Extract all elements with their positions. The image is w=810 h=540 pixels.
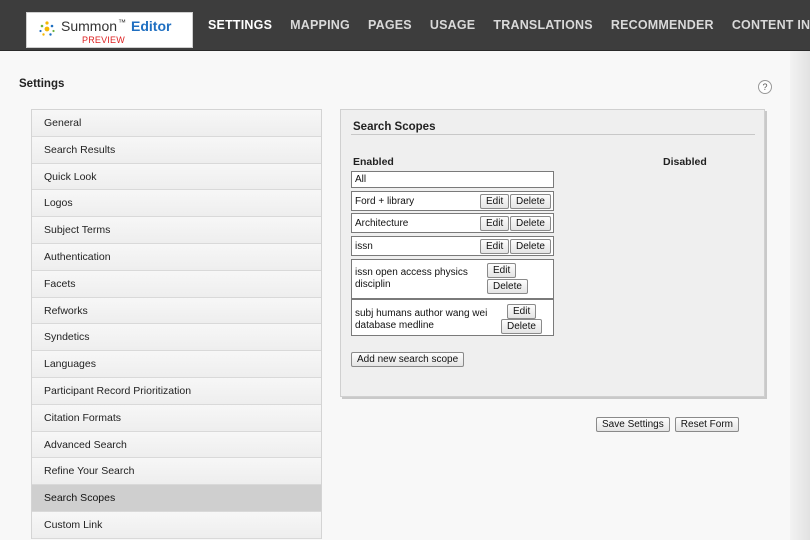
edit-button[interactable]: Edit [487,263,517,278]
sidebar-item-quick-look[interactable]: Quick Look [32,163,321,191]
delete-button[interactable]: Delete [510,239,551,254]
sidebar-item-languages[interactable]: Languages [32,351,321,378]
trademark: ™ [118,18,127,27]
scope-name: issn [355,241,373,252]
delete-button[interactable]: Delete [487,279,528,294]
enabled-column-label: Enabled [353,156,394,168]
scope-row-issn-open-access[interactable]: issn open access physics disciplin Edit … [351,259,554,299]
scope-row-architecture[interactable]: Architecture Edit Delete [351,213,554,233]
sidebar-item-citation-formats[interactable]: Citation Formats [32,404,321,432]
edit-button[interactable]: Edit [480,194,510,209]
sidebar-item-custom-link[interactable]: Custom Link [32,511,321,539]
reset-form-button[interactable]: Reset Form [674,417,740,432]
panel-title: Search Scopes [353,121,436,133]
nav-recommender[interactable]: RECOMMENDER [611,18,714,32]
sidebar-item-logos[interactable]: Logos [32,190,321,218]
sidebar-item-syndetics[interactable]: Syndetics [32,324,321,352]
add-new-search-scope-button[interactable]: Add new search scope [351,352,465,367]
nav-pages[interactable]: PAGES [368,18,412,32]
sidebar-item-search-results[interactable]: Search Results [32,136,321,164]
panel-divider [351,134,755,135]
scope-name: Ford + library [355,196,415,207]
scroll-shadow [790,51,810,540]
brand-name: Summon [61,18,118,34]
scope-row-subj-humans[interactable]: subj humans author wang wei database med… [351,299,554,336]
help-icon[interactable]: ? [758,80,772,94]
form-actions: Save Settings Reset Form [596,417,741,432]
summon-editor-logo[interactable]: Summon™ Editor PREVIEW [26,12,193,48]
search-scopes-panel: Search Scopes Enabled Disabled All Ford … [340,109,765,397]
delete-button[interactable]: Delete [510,216,551,231]
sidebar-item-refworks[interactable]: Refworks [32,297,321,325]
summon-logo-icon [39,21,55,36]
sidebar-item-general[interactable]: General [32,110,321,137]
sidebar-item-refine-your-search[interactable]: Refine Your Search [32,458,321,486]
sidebar-item-advanced-search[interactable]: Advanced Search [32,431,321,459]
delete-button[interactable]: Delete [510,194,551,209]
nav-usage[interactable]: USAGE [430,18,475,32]
top-navigation-bar: Summon™ Editor PREVIEW SETTINGS MAPPING P… [0,0,810,51]
scope-name: All [355,174,367,185]
scope-name: issn open access physics disciplin [355,267,468,290]
settings-sidebar: General Search Results Quick Look Logos … [31,109,322,539]
sidebar-item-search-scopes[interactable]: Search Scopes [32,485,321,512]
delete-button[interactable]: Delete [501,319,542,334]
nav-translations[interactable]: TRANSLATIONS [493,18,592,32]
product-name: Editor [131,18,172,34]
save-settings-button[interactable]: Save Settings [596,417,670,432]
sidebar-item-subject-terms[interactable]: Subject Terms [32,217,321,244]
scope-row-issn[interactable]: issn Edit Delete [351,236,554,256]
edit-button[interactable]: Edit [480,216,510,231]
disabled-column-label: Disabled [663,156,707,168]
preview-badge: PREVIEW [82,35,125,45]
scope-name: Architecture [355,218,409,229]
sidebar-item-authentication[interactable]: Authentication [32,243,321,271]
nav-settings[interactable]: SETTINGS [208,18,272,32]
sidebar-item-facets[interactable]: Facets [32,270,321,298]
sidebar-item-participant-record-prioritization[interactable]: Participant Record Prioritization [32,377,321,405]
edit-button[interactable]: Edit [480,239,510,254]
scope-row-ford-library[interactable]: Ford + library Edit Delete [351,191,554,211]
logo-text: Summon™ Editor [61,18,171,34]
scope-name: subj humans author wang wei database med… [355,308,488,331]
edit-button[interactable]: Edit [507,304,537,319]
nav-mapping[interactable]: MAPPING [290,18,350,32]
main-nav: SETTINGS MAPPING PAGES USAGE TRANSLATION… [208,18,810,32]
scope-row-all[interactable]: All [351,171,554,188]
page-title: Settings [19,78,65,90]
nav-content-in[interactable]: CONTENT IN [732,18,810,32]
